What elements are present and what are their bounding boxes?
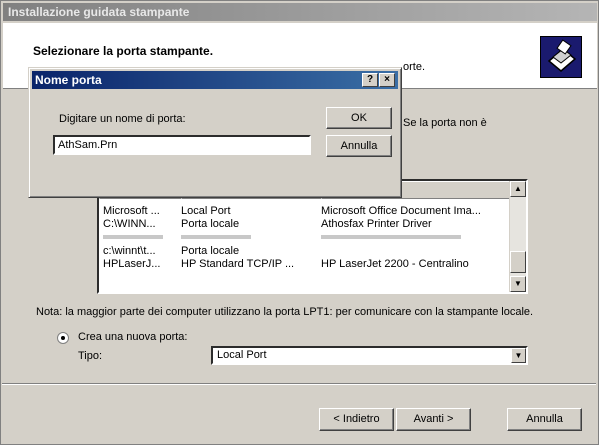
next-button[interactable]: Avanti > (396, 408, 471, 431)
clipped-cell (321, 235, 461, 239)
description-cell: Porta locale (181, 245, 240, 257)
create-port-label[interactable]: Crea una nuova porta: (78, 331, 187, 343)
printer-cell: HP LaserJet 2200 - Centralino (321, 258, 469, 270)
help-icon[interactable]: ? (362, 73, 378, 87)
instruction-text: Se la porta non è (403, 117, 487, 129)
port-name-dialog: Nome porta ? × Digitare un nome di porta… (28, 67, 402, 198)
scrollbar-thumb[interactable] (510, 251, 526, 273)
printer-wizard-icon (540, 36, 582, 78)
header-description-tail: orte. (403, 61, 426, 73)
clipped-cell (181, 235, 251, 239)
table-row[interactable]: c:\winnt\t... Porta locale (99, 245, 509, 258)
table-row[interactable] (99, 233, 509, 239)
port-name-input[interactable] (53, 135, 311, 155)
chevron-down-icon[interactable]: ▼ (511, 348, 526, 363)
port-type-select[interactable]: Local Port ▼ (211, 346, 528, 365)
dialog-title-text: Nome porta (35, 73, 102, 87)
clipped-cell (103, 235, 163, 239)
close-icon[interactable]: × (379, 73, 395, 87)
printer-cell: Microsoft Office Document Ima... (321, 205, 481, 217)
port-name-prompt: Digitare un nome di porta: (59, 113, 186, 125)
port-cell: C:\WINN... (103, 218, 156, 230)
page-title: Selezionare la porta stampante. (33, 44, 214, 58)
scroll-down-icon[interactable]: ▼ (510, 276, 526, 292)
port-type-label: Tipo: (78, 350, 103, 362)
wizard-title: Installazione guidata stampante (3, 3, 597, 21)
table-row[interactable]: HPLaserJ... HP Standard TCP/IP ... HP La… (99, 258, 509, 271)
port-cell: c:\winnt\t... (103, 245, 156, 257)
scroll-up-icon[interactable]: ▲ (510, 181, 526, 197)
printer-cell: Athosfax Printer Driver (321, 218, 432, 230)
lpt1-note: Nota: la maggior parte dei computer util… (36, 306, 534, 318)
ok-button[interactable]: OK (326, 107, 392, 129)
table-row[interactable]: C:\WINN... Porta locale Athosfax Printer… (99, 218, 509, 231)
port-type-value: Local Port (217, 349, 267, 361)
dialog-cancel-button[interactable]: Annulla (326, 135, 392, 157)
back-button[interactable]: < Indietro (319, 408, 394, 431)
description-cell: Local Port (181, 205, 231, 217)
radio-selected-dot (61, 336, 65, 340)
description-cell: Porta locale (181, 218, 240, 230)
description-cell: HP Standard TCP/IP ... (181, 258, 295, 270)
wizard-cancel-button[interactable]: Annulla (507, 408, 582, 431)
port-cell: Microsoft ... (103, 205, 160, 217)
list-scrollbar[interactable]: ▲ ▼ (509, 181, 526, 292)
table-row[interactable]: Microsoft ... Local Port Microsoft Offic… (99, 205, 509, 218)
separator (2, 383, 596, 385)
port-cell: HPLaserJ... (103, 258, 161, 270)
dialog-title: Nome porta ? × (32, 71, 398, 89)
